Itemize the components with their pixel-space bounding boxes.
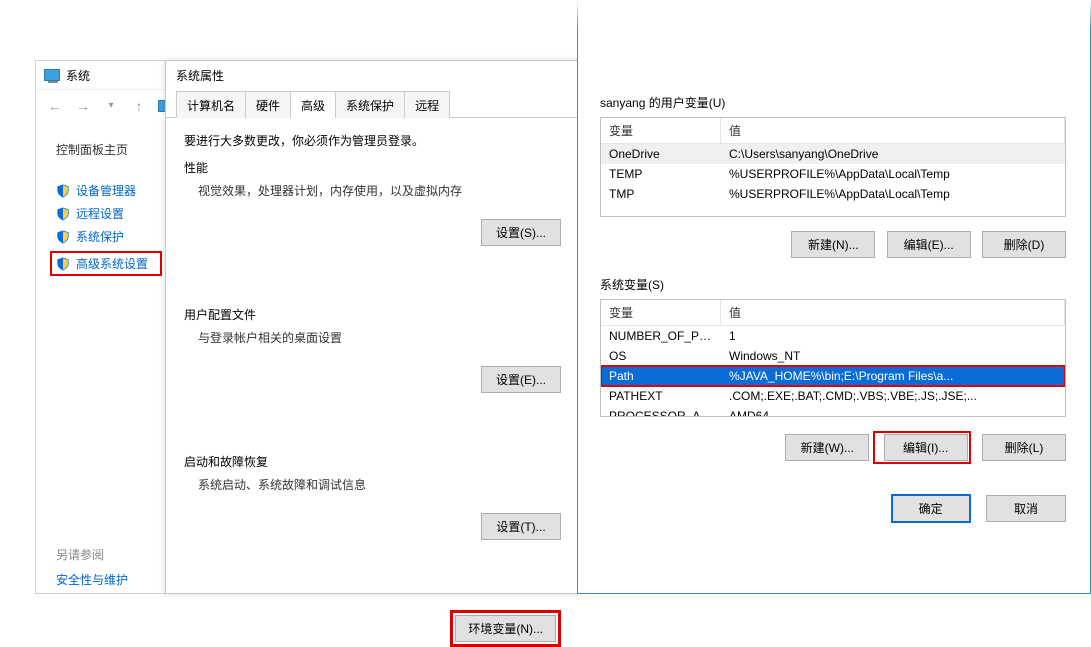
sys-vars-label: 系统变量(S) <box>600 276 1066 293</box>
environment-variables-button[interactable]: 环境变量(N)... <box>455 615 556 642</box>
edit-sys-var-button[interactable]: 编辑(I)... <box>884 434 968 461</box>
sys-vars-buttons: 新建(W)... 编辑(I)... 删除(L) <box>600 431 1066 464</box>
device-manager-link[interactable]: 设备管理器 <box>56 182 162 199</box>
shield-icon <box>56 257 70 271</box>
list-row[interactable]: TEMP%USERPROFILE%\AppData\Local\Temp <box>601 164 1065 184</box>
col-value[interactable]: 值 <box>721 300 1065 325</box>
tab-advanced[interactable]: 高级 <box>290 91 336 118</box>
profiles-settings-button[interactable]: 设置(E)... <box>481 366 561 393</box>
env-variables-highlight: 环境变量(N)... <box>450 610 561 647</box>
col-value[interactable]: 值 <box>721 118 1065 143</box>
tab-computer-name[interactable]: 计算机名 <box>176 91 246 118</box>
list-row[interactable]: OSWindows_NT <box>601 346 1065 366</box>
cell-val: %JAVA_HOME%\bin;E:\Program Files\a... <box>721 366 1065 386</box>
up-icon[interactable]: ↑ <box>130 97 148 115</box>
new-user-var-button[interactable]: 新建(N)... <box>791 231 875 258</box>
tab-system-protection[interactable]: 系统保护 <box>335 91 405 118</box>
tab-bar: 计算机名 硬件 高级 系统保护 远程 <box>166 90 579 118</box>
cell-val: AMD64 <box>721 406 1065 417</box>
security-maintenance-link[interactable]: 安全性与维护 <box>56 571 162 588</box>
system-title: 系统 <box>66 67 90 84</box>
list-row[interactable]: PROCESSOR_AR...AMD64 <box>601 406 1065 417</box>
group-desc: 与登录帐户相关的桌面设置 <box>198 329 561 346</box>
cell-var: TEMP <box>601 164 721 184</box>
startup-recovery-group: 启动和故障恢复 系统启动、系统故障和调试信息 设置(T)... <box>184 453 561 590</box>
cancel-button[interactable]: 取消 <box>986 495 1066 522</box>
cell-var: NUMBER_OF_PR... <box>601 326 721 346</box>
tab-remote[interactable]: 远程 <box>404 91 450 118</box>
new-sys-var-button[interactable]: 新建(W)... <box>785 434 869 461</box>
cell-val: Windows_NT <box>721 346 1065 366</box>
sys-vars-list[interactable]: 变量 值 NUMBER_OF_PR...1 OSWindows_NT Path%… <box>600 299 1066 417</box>
cell-val: .COM;.EXE;.BAT;.CMD;.VBS;.VBE;.JS;.JSE;.… <box>721 386 1065 406</box>
shield-icon <box>56 184 70 198</box>
dropdown-icon[interactable]: ▾ <box>102 97 120 115</box>
user-profiles-group: 用户配置文件 与登录帐户相关的桌面设置 设置(E)... <box>184 306 561 443</box>
tab-hardware[interactable]: 硬件 <box>245 91 291 118</box>
admin-note: 要进行大多数更改，你必须作为管理员登录。 <box>184 132 561 149</box>
group-desc: 视觉效果，处理器计划，内存使用，以及虚拟内存 <box>198 182 561 199</box>
forward-icon[interactable]: → <box>74 97 92 115</box>
list-row[interactable]: TMP%USERPROFILE%\AppData\Local\Temp <box>601 184 1065 204</box>
list-header: 变量 值 <box>601 118 1065 144</box>
user-vars-buttons: 新建(N)... 编辑(E)... 删除(D) <box>600 231 1066 258</box>
user-vars-label: sanyang 的用户变量(U) <box>600 94 1066 111</box>
link-label: 远程设置 <box>76 205 124 222</box>
perf-settings-button[interactable]: 设置(S)... <box>481 219 561 246</box>
dialog-bottom-buttons: 确定 取消 <box>600 494 1066 523</box>
advanced-system-settings-highlight: 高级系统设置 <box>50 251 162 276</box>
group-title: 用户配置文件 <box>184 306 561 323</box>
link-label: 设备管理器 <box>76 182 136 199</box>
link-label: 高级系统设置 <box>76 255 148 272</box>
cell-val: C:\Users\sanyang\OneDrive <box>721 144 1065 164</box>
environment-variables-dialog: sanyang 的用户变量(U) 变量 值 OneDriveC:\Users\s… <box>577 0 1091 594</box>
cell-var: TMP <box>601 184 721 204</box>
cell-val: %USERPROFILE%\AppData\Local\Temp <box>721 184 1065 204</box>
advanced-system-settings-link[interactable]: 高级系统设置 <box>56 255 156 272</box>
list-header: 变量 值 <box>601 300 1065 326</box>
computer-icon <box>44 69 60 81</box>
system-properties-dialog: 系统属性 计算机名 硬件 高级 系统保护 远程 要进行大多数更改，你必须作为管理… <box>165 60 580 594</box>
group-title: 启动和故障恢复 <box>184 453 561 470</box>
cell-var: OS <box>601 346 721 366</box>
user-vars-list[interactable]: 变量 值 OneDriveC:\Users\sanyang\OneDrive T… <box>600 117 1066 217</box>
cell-var: PATHEXT <box>601 386 721 406</box>
shield-icon <box>56 230 70 244</box>
list-row[interactable]: OneDriveC:\Users\sanyang\OneDrive <box>601 144 1065 164</box>
system-protection-link[interactable]: 系统保护 <box>56 228 162 245</box>
see-also-label: 另请参阅 <box>56 546 162 563</box>
list-row[interactable]: NUMBER_OF_PR...1 <box>601 326 1065 346</box>
startup-settings-button[interactable]: 设置(T)... <box>481 513 561 540</box>
dialog-title: 系统属性 <box>166 61 579 90</box>
cell-var: PROCESSOR_AR... <box>601 406 721 417</box>
cell-var: Path <box>601 366 721 386</box>
col-variable[interactable]: 变量 <box>601 300 721 325</box>
link-label: 系统保护 <box>76 228 124 245</box>
group-title: 性能 <box>184 159 561 176</box>
col-variable[interactable]: 变量 <box>601 118 721 143</box>
delete-sys-var-button[interactable]: 删除(L) <box>982 434 1066 461</box>
remote-settings-link[interactable]: 远程设置 <box>56 205 162 222</box>
group-desc: 系统启动、系统故障和调试信息 <box>198 476 561 493</box>
cell-val: %USERPROFILE%\AppData\Local\Temp <box>721 164 1065 184</box>
list-row-path[interactable]: Path%JAVA_HOME%\bin;E:\Program Files\a..… <box>601 366 1065 386</box>
control-panel-home-link[interactable]: 控制面板主页 <box>56 141 162 158</box>
list-row[interactable]: PATHEXT.COM;.EXE;.BAT;.CMD;.VBS;.VBE;.JS… <box>601 386 1065 406</box>
edit-sys-var-highlight: 编辑(I)... <box>873 431 971 464</box>
system-left-panel: 控制面板主页 设备管理器 远程设置 系统保护 高级系统设置 另请参阅 安全性与维… <box>36 121 166 588</box>
cell-var: OneDrive <box>601 144 721 164</box>
shield-icon <box>56 207 70 221</box>
performance-group: 性能 视觉效果，处理器计划，内存使用，以及虚拟内存 设置(S)... <box>184 159 561 296</box>
ok-button[interactable]: 确定 <box>891 494 971 523</box>
delete-user-var-button[interactable]: 删除(D) <box>982 231 1066 258</box>
cell-val: 1 <box>721 326 1065 346</box>
edit-user-var-button[interactable]: 编辑(E)... <box>887 231 971 258</box>
back-icon[interactable]: ← <box>46 97 64 115</box>
